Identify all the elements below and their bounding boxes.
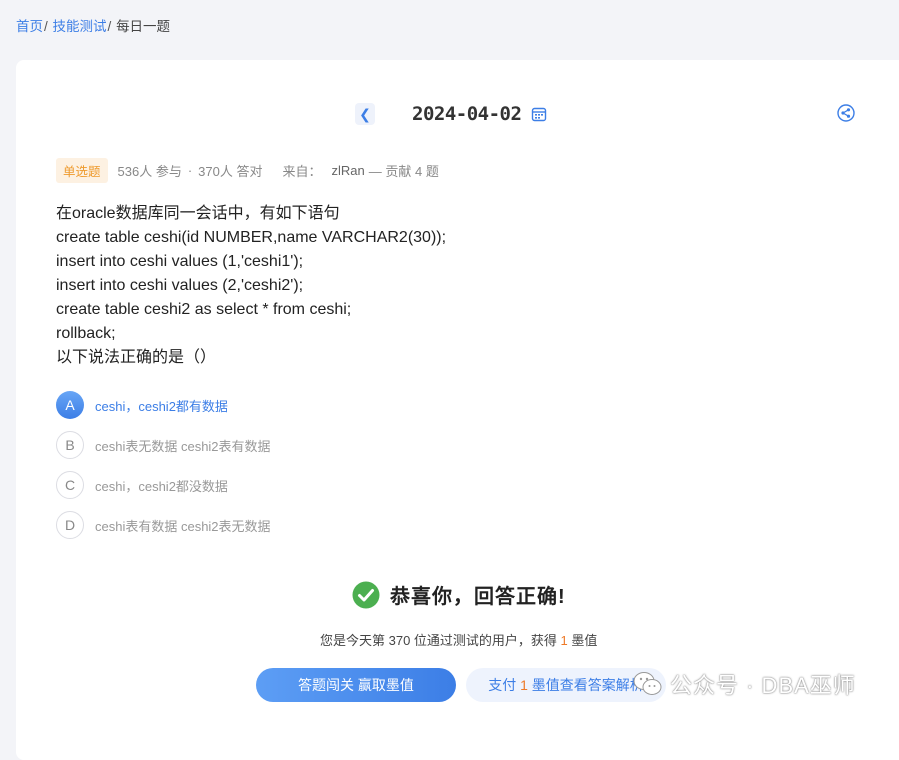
option-b[interactable]: B ceshi表无数据 ceshi2表有数据: [56, 430, 271, 460]
correct-count: 370人 答对: [198, 164, 263, 179]
result-message: 恭喜你，回答正确!: [390, 586, 566, 608]
author-contribution: — 贡献 4 题: [368, 164, 439, 179]
question-line: rollback;: [56, 325, 116, 342]
watermark-text: 公众号 · DBA巫师: [670, 673, 856, 698]
info-points: 1: [560, 633, 568, 648]
chevron-left-icon: ❮: [359, 105, 371, 122]
option-text: ceshi表有数据 ceshi2表无数据: [95, 518, 271, 534]
previous-day-button[interactable]: ❮: [355, 103, 375, 125]
question-line: create table ceshi2 as select * from ces…: [56, 301, 352, 318]
option-letter: D: [56, 511, 84, 539]
question-body: 在oracle数据库同一会话中，有如下语句 create table ceshi…: [56, 202, 446, 370]
question-meta: 单选题 536人 参与 · 370人 答对 来自： zlRan — 贡献 4 题: [56, 158, 439, 183]
view-analysis-prefix: 支付: [488, 677, 521, 693]
watermark: 公众号 · DBA巫师: [632, 668, 856, 700]
calendar-icon[interactable]: [531, 106, 547, 122]
breadcrumb-skills-link[interactable]: 技能测试: [53, 19, 107, 34]
meta-dot: ·: [187, 163, 193, 178]
question-date: 2024-04-02: [412, 103, 522, 125]
view-analysis-suffix: 墨值查看答案解析: [527, 677, 644, 693]
breadcrumb-home-link[interactable]: 首页: [16, 19, 43, 34]
question-line: create table ceshi(id NUMBER,name VARCHA…: [56, 229, 447, 246]
question-line: insert into ceshi values (2,'ceshi2');: [56, 277, 304, 294]
breadcrumb-separator: /: [107, 19, 112, 34]
option-text: ceshi，ceshi2都没数据: [95, 478, 228, 494]
option-letter: C: [56, 471, 84, 499]
option-text: ceshi，ceshi2都有数据: [95, 398, 228, 414]
wechat-icon: [632, 670, 664, 698]
option-text: ceshi表无数据 ceshi2表有数据: [95, 438, 271, 454]
quiz-challenge-label: 答题闯关 赢取墨值: [298, 677, 414, 693]
breadcrumb-separator: /: [44, 19, 48, 34]
option-d[interactable]: D ceshi表有数据 ceshi2表无数据: [56, 510, 271, 540]
option-letter: B: [56, 431, 84, 459]
from-label: 来自：: [282, 164, 322, 179]
result-banner: 恭喜你，回答正确!: [352, 580, 566, 609]
breadcrumb-current: 每日一题: [116, 19, 171, 34]
question-line: insert into ceshi values (1,'ceshi1');: [56, 253, 304, 270]
option-c[interactable]: C ceshi，ceshi2都没数据: [56, 470, 271, 500]
question-line: 在oracle数据库同一会话中，有如下语句: [56, 205, 340, 222]
date-navigation: ❮ 2024-04-02: [355, 102, 547, 126]
quiz-challenge-button[interactable]: 答题闯关 赢取墨值: [256, 668, 456, 702]
info-prefix: 您是今天第 370 位通过测试的用户，获得: [320, 633, 561, 648]
question-line: 以下说法正确的是（）: [56, 349, 217, 366]
breadcrumb: 首页/ 技能测试/ 每日一题: [16, 15, 170, 35]
question-type-tag: 单选题: [56, 158, 108, 183]
option-a[interactable]: A ceshi，ceshi2都有数据: [56, 390, 271, 420]
check-circle-icon: [352, 581, 380, 609]
info-suffix: 墨值: [567, 633, 598, 648]
answer-options: A ceshi，ceshi2都有数据 B ceshi表无数据 ceshi2表有数…: [56, 390, 271, 550]
author-link[interactable]: zlRan: [332, 163, 365, 178]
option-letter: A: [56, 391, 84, 419]
view-analysis-points: 1: [520, 677, 528, 693]
participants-count: 536人 参与: [117, 164, 182, 179]
result-info: 您是今天第 370 位通过测试的用户，获得 1 墨值: [320, 630, 597, 649]
share-icon[interactable]: [837, 104, 855, 122]
